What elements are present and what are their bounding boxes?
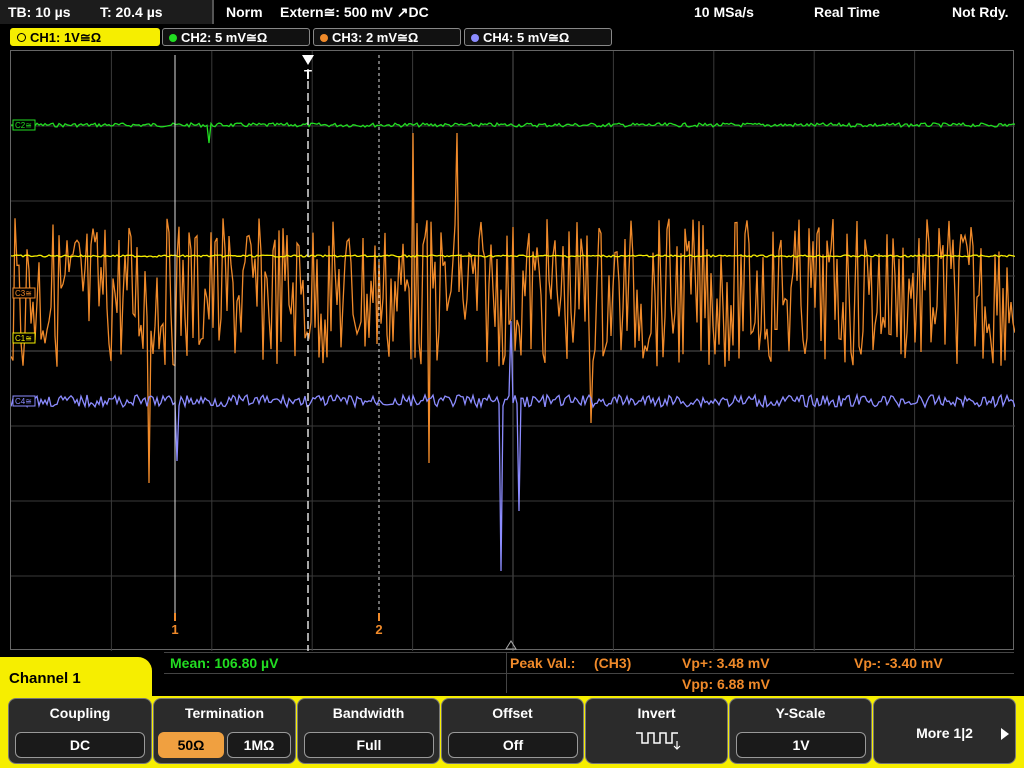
ref-marker-ch4[interactable]: C4≅ bbox=[12, 395, 36, 407]
tab-ch1[interactable]: CH1: 1V≅Ω bbox=[10, 28, 160, 46]
cursor-2-label: 2 bbox=[375, 622, 382, 637]
acquisition-mode: Real Time bbox=[814, 4, 880, 20]
timebase-box[interactable]: TB: 10 µs T: 20.4 µs bbox=[0, 0, 214, 24]
vp-minus-readout: Vp-: -3.40 mV bbox=[854, 655, 943, 671]
ref-marker-ch1-label: C1≅ bbox=[15, 334, 32, 343]
tab-ch3[interactable]: CH3: 2 mV≅Ω bbox=[313, 28, 461, 46]
termination-1mohm-option[interactable]: 1MΩ bbox=[227, 732, 291, 758]
ref-marker-ch2-label: C2≅ bbox=[15, 121, 32, 130]
graticule bbox=[11, 51, 1015, 651]
status-bar: TB: 10 µs T: 20.4 µs Norm Extern≅: 500 m… bbox=[0, 0, 1024, 24]
ref-marker-ch2[interactable]: C2≅ bbox=[12, 119, 36, 131]
tab-ch3-label: CH3: 2 mV≅Ω bbox=[332, 30, 419, 45]
more-softkey[interactable]: More 1|2 bbox=[873, 698, 1016, 764]
acquisition-status: Not Rdy. bbox=[952, 4, 1009, 20]
menu-title-tab: Channel 1 bbox=[0, 657, 152, 697]
tab-ch1-label: CH1: 1V≅Ω bbox=[30, 30, 102, 45]
ref-marker-ch3-label: C3≅ bbox=[15, 289, 32, 298]
trigger-source[interactable]: Extern≅: 500 mV ↗DC bbox=[280, 4, 429, 21]
timebase-readout: TB: 10 µs bbox=[8, 4, 71, 20]
vpp-readout: Vpp: 6.88 mV bbox=[682, 676, 770, 692]
termination-softkey[interactable]: Termination 50Ω 1MΩ bbox=[153, 698, 296, 764]
invert-title: Invert bbox=[637, 705, 676, 721]
ref-marker-ch4-label: C4≅ bbox=[15, 397, 32, 406]
ref-marker-ch3[interactable]: C3≅ bbox=[12, 287, 36, 299]
coupling-title: Coupling bbox=[49, 705, 111, 721]
mean-readout: Mean: 106.80 µV bbox=[170, 655, 279, 671]
ch3-dot-icon bbox=[320, 34, 328, 42]
bandwidth-title: Bandwidth bbox=[332, 705, 405, 721]
offset-title: Offset bbox=[492, 705, 533, 721]
tab-ch2[interactable]: CH2: 5 mV≅Ω bbox=[162, 28, 310, 46]
waveform-display[interactable]: T 1 2 C2≅ C3≅ C1≅ C4≅ bbox=[10, 50, 1015, 651]
cursor-1-label: 1 bbox=[171, 622, 178, 637]
channel-tabs: CH1: 1V≅Ω CH2: 5 mV≅Ω CH3: 2 mV≅Ω CH4: 5… bbox=[0, 26, 1024, 48]
waveform-canvas: T 1 2 C2≅ C3≅ C1≅ C4≅ bbox=[11, 51, 1015, 651]
trigger-marker: T bbox=[304, 67, 312, 82]
vp-plus-readout: Vp+: 3.48 mV bbox=[682, 655, 770, 671]
arrow-right-icon bbox=[1001, 728, 1009, 740]
measurement-panel: Mean: 106.80 µV Peak Val.: (CH3) Vp+: 3.… bbox=[164, 652, 1014, 693]
tab-ch2-label: CH2: 5 mV≅Ω bbox=[181, 30, 268, 45]
ch4-dot-icon bbox=[471, 34, 479, 42]
more-label: More 1|2 bbox=[916, 725, 973, 741]
tab-ch4-label: CH4: 5 mV≅Ω bbox=[483, 30, 570, 45]
bandwidth-value[interactable]: Full bbox=[304, 732, 434, 758]
coupling-softkey[interactable]: Coupling DC bbox=[8, 698, 152, 764]
horizontal-center-marker-icon bbox=[505, 640, 517, 650]
coupling-value[interactable]: DC bbox=[15, 732, 145, 758]
ref-marker-ch1[interactable]: C1≅ bbox=[12, 332, 36, 344]
softkey-bar: Coupling DC Termination 50Ω 1MΩ Bandwidt… bbox=[0, 696, 1024, 768]
trigger-time-readout: T: 20.4 µs bbox=[100, 4, 163, 20]
ch1-dot-icon bbox=[17, 33, 26, 42]
invert-softkey[interactable]: Invert bbox=[585, 698, 728, 764]
sample-rate: 10 MSa/s bbox=[694, 4, 754, 20]
trigger-mode[interactable]: Norm bbox=[226, 4, 263, 20]
bandwidth-softkey[interactable]: Bandwidth Full bbox=[297, 698, 440, 764]
termination-title: Termination bbox=[184, 705, 265, 721]
offset-value[interactable]: Off bbox=[448, 732, 578, 758]
peak-label: Peak Val.: bbox=[510, 655, 576, 671]
peak-source: (CH3) bbox=[594, 655, 632, 671]
y-scale-softkey[interactable]: Y-Scale 1V bbox=[729, 698, 872, 764]
y-scale-title: Y-Scale bbox=[775, 705, 826, 721]
offset-softkey[interactable]: Offset Off bbox=[441, 698, 584, 764]
ch2-dot-icon bbox=[169, 34, 177, 42]
menu-title: Channel 1 bbox=[9, 670, 81, 687]
termination-50ohm-option[interactable]: 50Ω bbox=[158, 732, 224, 758]
tab-ch4[interactable]: CH4: 5 mV≅Ω bbox=[464, 28, 612, 46]
y-scale-value[interactable]: 1V bbox=[736, 732, 866, 758]
invert-square-wave-icon bbox=[636, 732, 681, 750]
